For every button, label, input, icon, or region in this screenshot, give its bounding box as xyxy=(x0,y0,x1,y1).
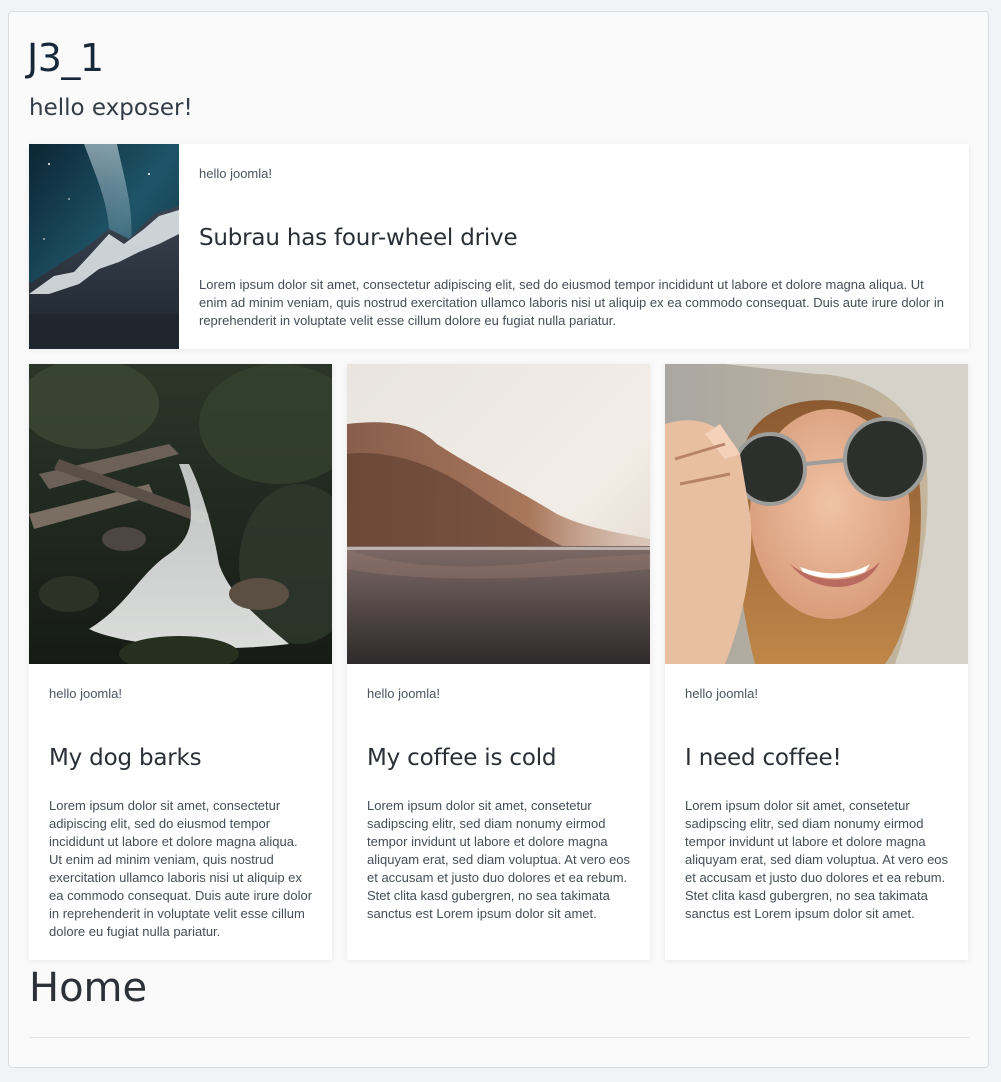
article-card[interactable]: hello joomla! My dog barks Lorem ipsum d… xyxy=(29,364,332,960)
article-text: Lorem ipsum dolor sit amet, consetetur s… xyxy=(367,798,631,921)
article-meta: hello joomla! xyxy=(367,686,440,701)
article-meta: hello joomla! xyxy=(685,686,758,701)
article-text: Lorem ipsum dolor sit amet, consectetur … xyxy=(199,277,944,328)
mountain-night-sky-image[interactable] xyxy=(29,144,179,349)
article-title[interactable]: Subrau has four-wheel drive xyxy=(199,223,518,253)
article-title[interactable]: I need coffee! xyxy=(685,743,842,773)
page-heading: Home xyxy=(29,965,148,1011)
article-title[interactable]: My dog barks xyxy=(49,743,202,773)
misty-lake-image[interactable] xyxy=(347,364,650,664)
article-meta: hello joomla! xyxy=(49,686,122,701)
article-card[interactable]: hello joomla! My coffee is cold Lorem ip… xyxy=(347,364,650,960)
article-title[interactable]: My coffee is cold xyxy=(367,743,556,773)
page-container: J3_1 hello exposer! hello joomla! Subrau… xyxy=(8,11,989,1068)
featured-article-card[interactable]: hello joomla! Subrau has four-wheel driv… xyxy=(29,144,969,349)
forest-waterfall-image[interactable] xyxy=(29,364,332,664)
site-subtitle: hello exposer! xyxy=(29,95,193,121)
divider xyxy=(29,1037,969,1038)
article-card[interactable]: hello joomla! I need coffee! Lorem ipsum… xyxy=(665,364,968,960)
article-meta: hello joomla! xyxy=(199,166,272,181)
article-text: Lorem ipsum dolor sit amet, consetetur s… xyxy=(685,798,949,921)
woman-sunglasses-image[interactable] xyxy=(665,364,968,664)
article-text: Lorem ipsum dolor sit amet, consectetur … xyxy=(49,798,313,939)
site-title[interactable]: J3_1 xyxy=(27,34,104,82)
